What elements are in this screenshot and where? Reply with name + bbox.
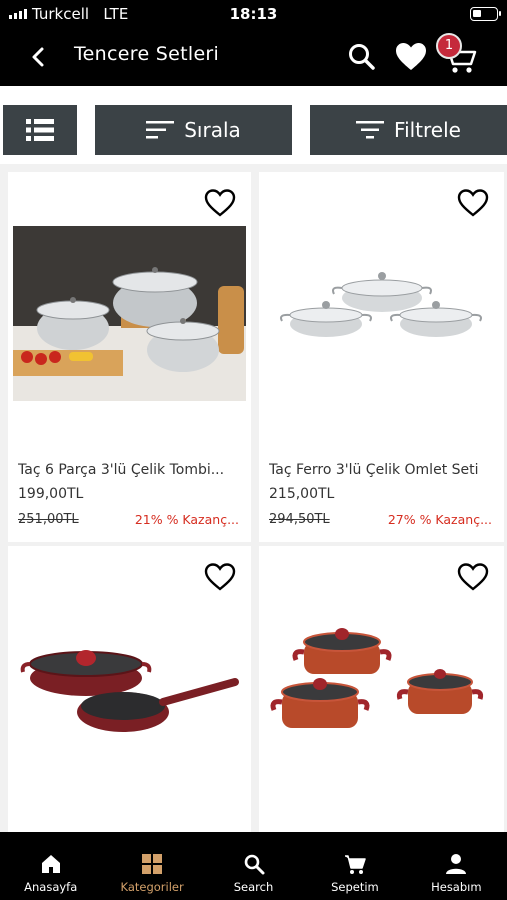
nav-label: Kategoriler: [120, 880, 184, 894]
favorites-heart-icon[interactable]: [392, 38, 430, 76]
product-price: 199,00TL: [18, 486, 84, 502]
nav-item-categories[interactable]: Kategoriler: [101, 832, 202, 900]
product-price: 215,00TL: [269, 486, 335, 502]
product-image: [13, 226, 246, 401]
add-to-favorites-heart-icon[interactable]: [456, 186, 490, 220]
product-old-price: 251,00TL: [18, 512, 79, 527]
nav-item-search[interactable]: Search: [203, 832, 304, 900]
nav-item-cart[interactable]: Sepetim: [304, 832, 405, 900]
home-icon: [41, 855, 60, 873]
list-view-icon: [26, 119, 54, 141]
page-title: Tencere Setleri: [74, 43, 220, 65]
sort-icon: [146, 121, 175, 139]
product-old-price: 294,50TL: [269, 512, 330, 527]
product-image: [270, 628, 484, 728]
sort-button[interactable]: Sırala: [95, 105, 292, 155]
nav-item-home[interactable]: Anasayfa: [0, 832, 101, 900]
add-to-favorites-heart-icon[interactable]: [203, 560, 237, 594]
product-image: [280, 272, 482, 337]
status-bar: Turkcell LTE 18:13: [0, 0, 507, 28]
add-to-favorites-heart-icon[interactable]: [456, 560, 490, 594]
person-icon: [446, 854, 467, 874]
nav-label: Anasayfa: [24, 880, 78, 894]
clock: 18:13: [229, 5, 278, 23]
filter-label: Filtrele: [394, 118, 461, 142]
list-toolbar: Sırala Filtrele: [0, 86, 507, 164]
cart-icon: [344, 855, 366, 874]
filter-icon: [356, 121, 385, 139]
discount-label: 21% % Kazanç...: [134, 512, 239, 527]
nav-label: Hesabım: [431, 880, 482, 894]
back-arrow-icon[interactable]: [22, 40, 56, 74]
product-card[interactable]: [8, 546, 251, 832]
categories-icon: [142, 854, 163, 874]
product-image: [20, 650, 239, 732]
list-view-button[interactable]: [3, 105, 77, 155]
product-card[interactable]: Taç 6 Parça 3'lü Çelik Tombi... 199,00TL…: [8, 172, 251, 542]
nav-label: Search: [233, 880, 274, 894]
filter-button[interactable]: Filtrele: [310, 105, 507, 155]
search-icon: [244, 854, 265, 875]
product-name[interactable]: Taç Ferro 3'lü Çelik Omlet Seti: [269, 462, 493, 478]
product-name[interactable]: Taç 6 Parça 3'lü Çelik Tombi...: [18, 462, 242, 478]
product-card[interactable]: [259, 546, 504, 832]
add-to-favorites-heart-icon[interactable]: [203, 186, 237, 220]
battery-icon: [470, 7, 501, 21]
app-header: Tencere Setleri 1: [0, 28, 507, 86]
nav-item-account[interactable]: Hesabım: [406, 832, 507, 900]
product-card[interactable]: Taç Ferro 3'lü Çelik Omlet Seti 215,00TL…: [259, 172, 504, 542]
nav-label: Sepetim: [331, 880, 379, 894]
cart-count-badge: 1: [436, 33, 462, 59]
search-icon[interactable]: [343, 38, 381, 76]
sort-label: Sırala: [184, 118, 241, 142]
discount-label: 27% % Kazanç...: [387, 512, 492, 527]
bottom-navigation: Anasayfa Kategoriler Search Sepetim Hesa…: [0, 832, 507, 900]
